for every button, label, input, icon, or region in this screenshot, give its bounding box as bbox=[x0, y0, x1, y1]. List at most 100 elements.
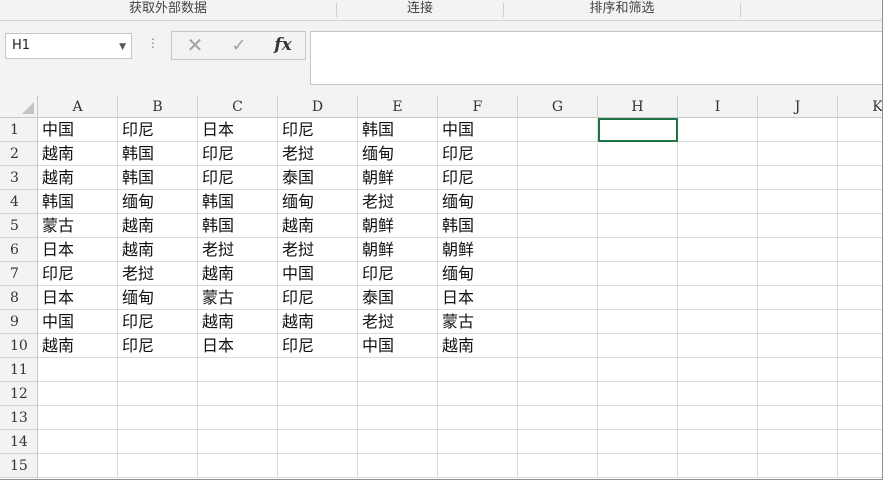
cell-b15[interactable] bbox=[118, 454, 198, 478]
cell-h10[interactable] bbox=[598, 334, 678, 358]
column-header-b[interactable]: B bbox=[118, 96, 198, 118]
column-header-j[interactable]: J bbox=[758, 96, 838, 118]
cell-i12[interactable] bbox=[678, 382, 758, 406]
ribbon-group-get-external-data[interactable]: 获取外部数据 bbox=[0, 0, 336, 20]
cell-f7[interactable]: 缅甸 bbox=[438, 262, 518, 286]
cell-i8[interactable] bbox=[678, 286, 758, 310]
cell-d13[interactable] bbox=[278, 406, 358, 430]
cell-h1[interactable] bbox=[598, 118, 678, 142]
cell-f4[interactable]: 缅甸 bbox=[438, 190, 518, 214]
cell-d15[interactable] bbox=[278, 454, 358, 478]
cell-c2[interactable]: 印尼 bbox=[198, 142, 278, 166]
cell-c12[interactable] bbox=[198, 382, 278, 406]
cell-i11[interactable] bbox=[678, 358, 758, 382]
cell-i15[interactable] bbox=[678, 454, 758, 478]
cell-g10[interactable] bbox=[518, 334, 598, 358]
cell-b7[interactable]: 老挝 bbox=[118, 262, 198, 286]
cell-c4[interactable]: 韩国 bbox=[198, 190, 278, 214]
column-header-f[interactable]: F bbox=[438, 96, 518, 118]
cell-e11[interactable] bbox=[358, 358, 438, 382]
cell-g6[interactable] bbox=[518, 238, 598, 262]
cell-c10[interactable]: 日本 bbox=[198, 334, 278, 358]
cell-k2[interactable] bbox=[838, 142, 883, 166]
row-header-4[interactable]: 4 bbox=[0, 190, 38, 214]
cell-f8[interactable]: 日本 bbox=[438, 286, 518, 310]
cell-i14[interactable] bbox=[678, 430, 758, 454]
cell-k8[interactable] bbox=[838, 286, 883, 310]
cell-j14[interactable] bbox=[758, 430, 838, 454]
cell-e4[interactable]: 老挝 bbox=[358, 190, 438, 214]
cell-i10[interactable] bbox=[678, 334, 758, 358]
cell-k5[interactable] bbox=[838, 214, 883, 238]
column-header-k[interactable]: K bbox=[838, 96, 883, 118]
cell-h15[interactable] bbox=[598, 454, 678, 478]
cell-b11[interactable] bbox=[118, 358, 198, 382]
cell-i2[interactable] bbox=[678, 142, 758, 166]
insert-function-button[interactable]: fx bbox=[268, 32, 298, 59]
cell-e10[interactable]: 中国 bbox=[358, 334, 438, 358]
cell-g12[interactable] bbox=[518, 382, 598, 406]
cell-b10[interactable]: 印尼 bbox=[118, 334, 198, 358]
cell-g13[interactable] bbox=[518, 406, 598, 430]
cell-d4[interactable]: 缅甸 bbox=[278, 190, 358, 214]
cell-h14[interactable] bbox=[598, 430, 678, 454]
cell-b12[interactable] bbox=[118, 382, 198, 406]
cell-a14[interactable] bbox=[38, 430, 118, 454]
row-header-10[interactable]: 10 bbox=[0, 334, 38, 358]
cell-b2[interactable]: 韩国 bbox=[118, 142, 198, 166]
cell-c1[interactable]: 日本 bbox=[198, 118, 278, 142]
cell-k13[interactable] bbox=[838, 406, 883, 430]
cell-e6[interactable]: 朝鲜 bbox=[358, 238, 438, 262]
cell-e7[interactable]: 印尼 bbox=[358, 262, 438, 286]
cell-i3[interactable] bbox=[678, 166, 758, 190]
cell-k14[interactable] bbox=[838, 430, 883, 454]
cell-g1[interactable] bbox=[518, 118, 598, 142]
cell-d12[interactable] bbox=[278, 382, 358, 406]
cell-e8[interactable]: 泰国 bbox=[358, 286, 438, 310]
formula-input[interactable] bbox=[310, 31, 883, 85]
select-all-button[interactable] bbox=[0, 96, 38, 118]
cell-b14[interactable] bbox=[118, 430, 198, 454]
cell-f1[interactable]: 中国 bbox=[438, 118, 518, 142]
cell-h3[interactable] bbox=[598, 166, 678, 190]
cell-a11[interactable] bbox=[38, 358, 118, 382]
row-header-7[interactable]: 7 bbox=[0, 262, 38, 286]
cell-j5[interactable] bbox=[758, 214, 838, 238]
cell-b9[interactable]: 印尼 bbox=[118, 310, 198, 334]
cell-a10[interactable]: 越南 bbox=[38, 334, 118, 358]
row-header-14[interactable]: 14 bbox=[0, 430, 38, 454]
cell-e1[interactable]: 韩国 bbox=[358, 118, 438, 142]
cell-a4[interactable]: 韩国 bbox=[38, 190, 118, 214]
cell-j12[interactable] bbox=[758, 382, 838, 406]
more-options-icon[interactable]: ⋮ bbox=[147, 36, 159, 50]
cell-a1[interactable]: 中国 bbox=[38, 118, 118, 142]
cell-e12[interactable] bbox=[358, 382, 438, 406]
cell-f14[interactable] bbox=[438, 430, 518, 454]
cell-b1[interactable]: 印尼 bbox=[118, 118, 198, 142]
cell-j10[interactable] bbox=[758, 334, 838, 358]
cell-k11[interactable] bbox=[838, 358, 883, 382]
row-header-5[interactable]: 5 bbox=[0, 214, 38, 238]
cell-b8[interactable]: 缅甸 bbox=[118, 286, 198, 310]
name-box-value[interactable]: H1 bbox=[12, 38, 30, 53]
cell-e5[interactable]: 朝鲜 bbox=[358, 214, 438, 238]
cell-e3[interactable]: 朝鲜 bbox=[358, 166, 438, 190]
cell-k9[interactable] bbox=[838, 310, 883, 334]
cell-f3[interactable]: 印尼 bbox=[438, 166, 518, 190]
cell-i9[interactable] bbox=[678, 310, 758, 334]
cell-j3[interactable] bbox=[758, 166, 838, 190]
cell-k3[interactable] bbox=[838, 166, 883, 190]
cell-j9[interactable] bbox=[758, 310, 838, 334]
name-box[interactable]: H1 ▼ bbox=[5, 33, 132, 59]
cell-h7[interactable] bbox=[598, 262, 678, 286]
cell-d1[interactable]: 印尼 bbox=[278, 118, 358, 142]
cell-j1[interactable] bbox=[758, 118, 838, 142]
cell-j7[interactable] bbox=[758, 262, 838, 286]
row-header-15[interactable]: 15 bbox=[0, 454, 38, 478]
row-header-13[interactable]: 13 bbox=[0, 406, 38, 430]
cell-a13[interactable] bbox=[38, 406, 118, 430]
cell-c9[interactable]: 越南 bbox=[198, 310, 278, 334]
cell-g14[interactable] bbox=[518, 430, 598, 454]
cell-f11[interactable] bbox=[438, 358, 518, 382]
column-header-c[interactable]: C bbox=[198, 96, 278, 118]
